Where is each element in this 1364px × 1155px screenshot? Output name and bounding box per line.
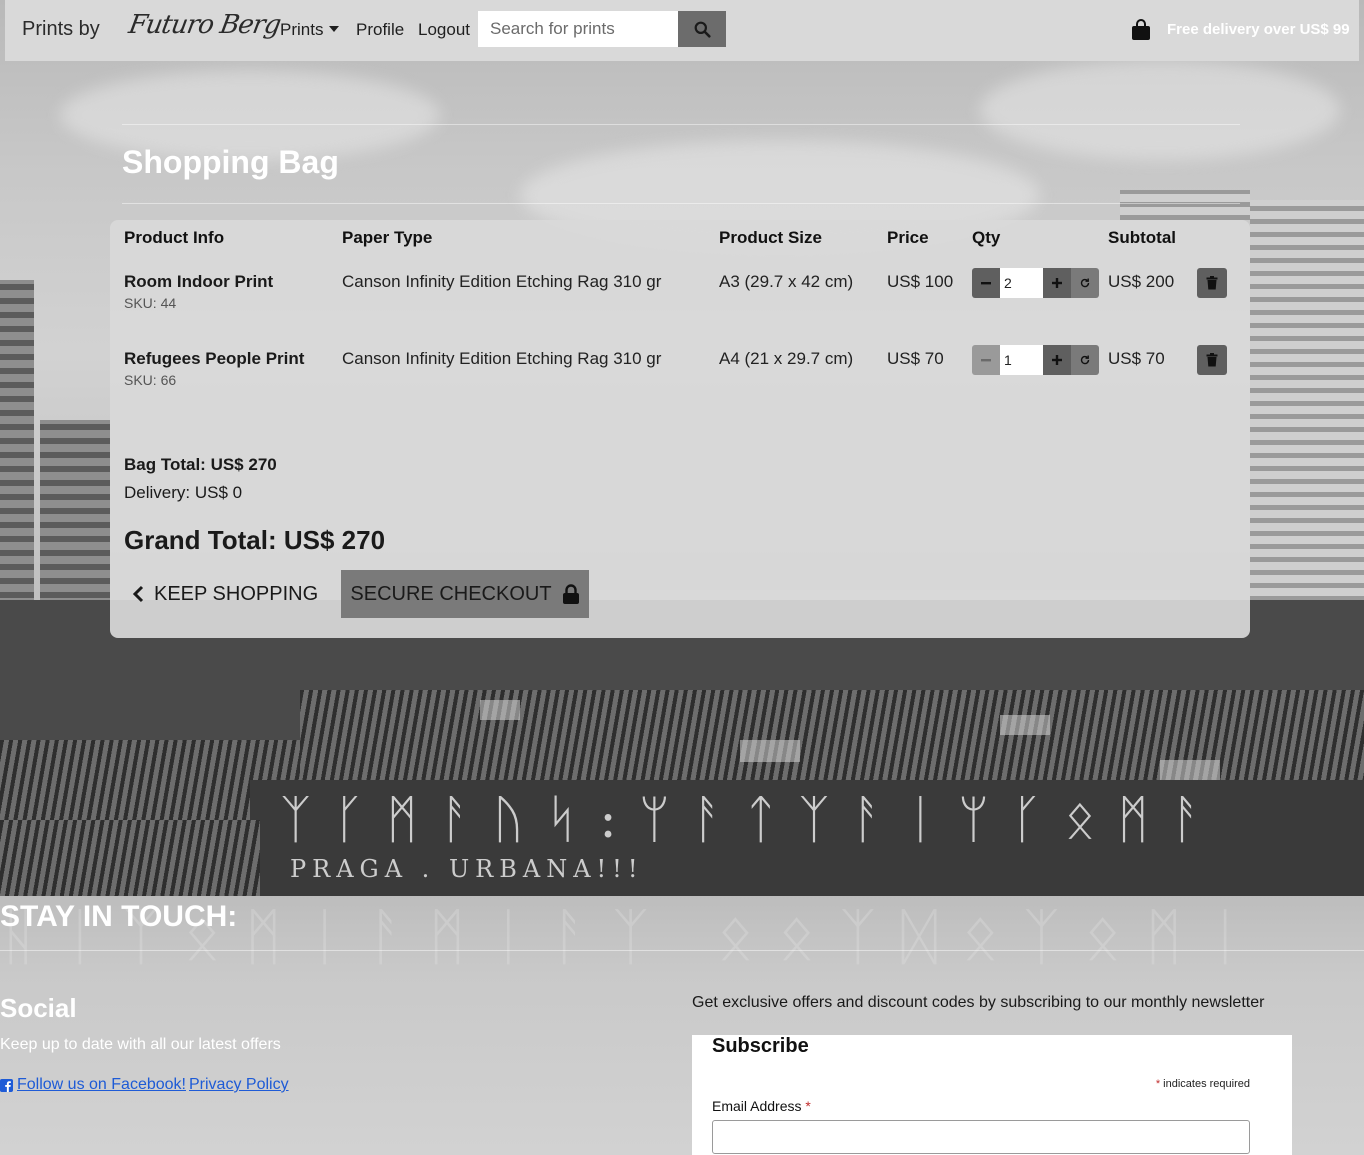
top-navbar: Prints by Futuro Berg Prints Profile Log… xyxy=(5,0,1359,61)
item-subtotal: US$ 200 xyxy=(1108,272,1175,291)
facebook-link-label: Follow us on Facebook! xyxy=(17,1076,186,1093)
refresh-icon xyxy=(1080,278,1090,288)
facebook-icon xyxy=(0,1078,13,1092)
bag-total: Bag Total: US$ 270 xyxy=(124,455,277,474)
header-price: Price xyxy=(887,228,929,247)
refresh-icon xyxy=(1080,355,1090,365)
decrement-button[interactable] xyxy=(972,345,1000,375)
product-price: US$ 100 xyxy=(887,272,954,291)
roof-patch xyxy=(1000,715,1050,735)
search-input[interactable] xyxy=(478,11,678,47)
search-button[interactable] xyxy=(678,11,726,47)
search-icon xyxy=(694,21,711,38)
product-price: US$ 70 xyxy=(887,349,944,368)
newsletter-text: Get exclusive offers and discount codes … xyxy=(692,994,1265,1011)
page-title: Shopping Bag xyxy=(122,144,339,180)
product-sku: SKU: 44 xyxy=(124,295,177,311)
product-name: Room Indoor Print xyxy=(124,272,274,291)
footer: STAY IN TOUCH: Social Keep up to date wi… xyxy=(0,896,1364,1155)
email-label: Email Address * xyxy=(712,1098,811,1114)
keep-shopping-label: KEEP SHOPPING xyxy=(154,582,319,605)
email-field[interactable] xyxy=(712,1120,1250,1154)
paper-type: Canson Infinity Edition Etching Rag 310 … xyxy=(342,272,662,291)
minus-icon xyxy=(981,359,991,362)
nav-prints-dropdown[interactable]: Prints xyxy=(280,20,340,40)
facebook-link[interactable]: Follow us on Facebook! xyxy=(0,1076,186,1094)
caret-down-icon xyxy=(329,26,340,32)
item-subtotal: US$ 70 xyxy=(1108,349,1165,368)
product-size: A4 (21 x 29.7 cm) xyxy=(719,349,854,368)
brand-text[interactable]: Prints by xyxy=(22,18,100,41)
social-heading: Social xyxy=(0,993,77,1023)
stay-in-touch-heading: STAY IN TOUCH: xyxy=(0,900,238,933)
roof-patch xyxy=(1160,760,1220,782)
shopping-bag-icon[interactable] xyxy=(1131,19,1151,46)
roof-patch xyxy=(480,700,520,720)
increment-button[interactable] xyxy=(1043,268,1071,298)
remove-item-button[interactable] xyxy=(1197,345,1227,375)
divider xyxy=(122,124,1240,125)
product-name: Refugees People Print xyxy=(124,349,305,368)
secure-checkout-label: SECURE CHECKOUT xyxy=(350,582,552,605)
email-label-text: Email Address xyxy=(712,1098,802,1114)
required-asterisk: * xyxy=(805,1098,811,1114)
header-product-info: Product Info xyxy=(124,228,225,247)
quantity-input[interactable] xyxy=(1000,345,1043,375)
header-qty: Qty xyxy=(972,228,1001,247)
update-quantity-button[interactable] xyxy=(1071,268,1099,298)
increment-button[interactable] xyxy=(1043,345,1071,375)
paper-type: Canson Infinity Edition Etching Rag 310 … xyxy=(342,349,662,368)
divider xyxy=(0,950,1364,951)
minus-icon xyxy=(981,282,991,285)
quantity-stepper xyxy=(972,268,1099,298)
nav-profile[interactable]: Profile xyxy=(356,20,404,40)
brand-logo[interactable]: Futuro Berg xyxy=(126,10,282,40)
plus-icon xyxy=(1052,355,1062,365)
building xyxy=(1250,200,1364,640)
header-product-size: Product Size xyxy=(719,228,822,247)
secure-checkout-button[interactable]: SECURE CHECKOUT xyxy=(341,570,589,618)
shopping-bag-card: Product Info Paper Type Product Size Pri… xyxy=(110,220,1250,638)
divider xyxy=(122,203,1240,204)
plus-icon xyxy=(1052,278,1062,288)
header-subtotal: Subtotal xyxy=(1108,228,1176,247)
social-text: Keep up to date with all our latest offe… xyxy=(0,1036,281,1053)
subscribe-title: Subscribe xyxy=(712,1035,809,1057)
building xyxy=(0,280,34,640)
quantity-stepper xyxy=(972,345,1099,375)
trash-icon xyxy=(1206,276,1218,290)
required-asterisk: * xyxy=(1155,1078,1161,1090)
required-note-text: indicates required xyxy=(1163,1078,1250,1090)
roof-patch xyxy=(740,740,800,762)
roof xyxy=(0,820,260,896)
trash-icon xyxy=(1206,353,1218,367)
subscribe-form: Subscribe * indicates required Email Add… xyxy=(692,1035,1292,1155)
privacy-policy-link[interactable]: Privacy Policy xyxy=(189,1076,289,1094)
chevron-left-icon xyxy=(132,585,144,603)
graffiti-symbols: ᛉᚴᛗᚨᚢᛋ:ᛘᚨᛏᛉᚨᛁᛘᚴᛟᛗᚨ xyxy=(280,790,1224,850)
delivery-cost: Delivery: US$ 0 xyxy=(124,483,243,502)
building xyxy=(1120,190,1250,220)
nav-logout[interactable]: Logout xyxy=(418,20,470,40)
graffiti-text: PRAGA . URBANA!!! xyxy=(290,855,644,883)
product-size: A3 (29.7 x 42 cm) xyxy=(719,272,854,291)
quantity-input[interactable] xyxy=(1000,268,1043,298)
header-paper-type: Paper Type xyxy=(342,228,433,247)
lock-icon xyxy=(562,584,579,604)
update-quantity-button[interactable] xyxy=(1071,345,1099,375)
grand-total: Grand Total: US$ 270 xyxy=(124,525,386,555)
free-delivery-note: Free delivery over US$ 99 xyxy=(1167,21,1350,38)
nav-prints-label: Prints xyxy=(280,20,324,39)
remove-item-button[interactable] xyxy=(1197,268,1227,298)
decrement-button[interactable] xyxy=(972,268,1000,298)
product-sku: SKU: 66 xyxy=(124,372,177,388)
required-note: * indicates required xyxy=(1156,1078,1250,1090)
keep-shopping-button[interactable]: KEEP SHOPPING xyxy=(132,570,318,618)
